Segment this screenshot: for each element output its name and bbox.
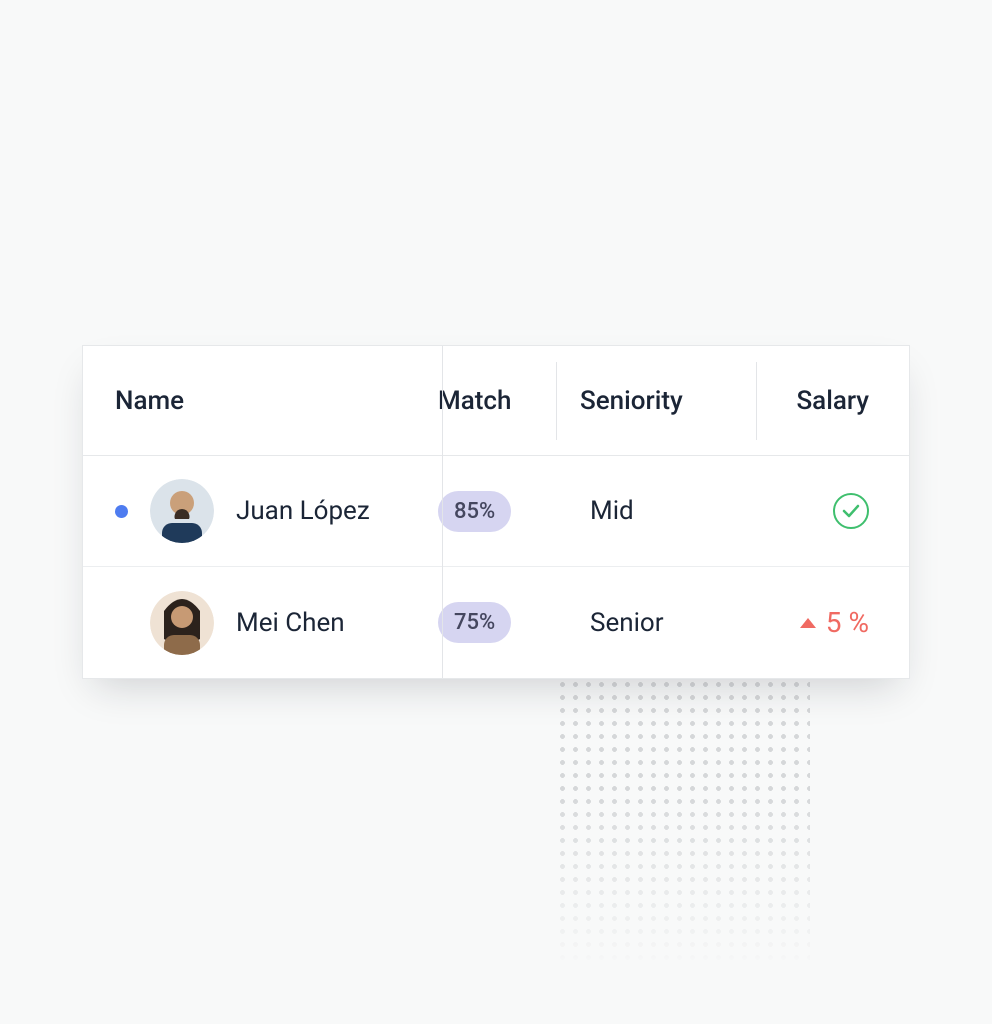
column-header-name[interactable]: Name xyxy=(83,386,442,416)
salary-cell: 5 % xyxy=(756,606,909,639)
name-cell: Juan López xyxy=(83,479,442,543)
column-header-salary[interactable]: Salary xyxy=(756,386,909,416)
status-indicator-dot xyxy=(115,505,128,518)
column-header-match[interactable]: Match xyxy=(438,386,556,416)
candidate-name: Juan López xyxy=(236,496,370,526)
caret-up-icon xyxy=(800,618,816,628)
avatar xyxy=(150,479,214,543)
candidate-name: Mei Chen xyxy=(236,608,345,638)
name-cell: Mei Chen xyxy=(83,591,442,655)
table-row[interactable]: Mei Chen 75% Senior 5 % xyxy=(83,567,909,678)
salary-delta-value: 5 % xyxy=(826,606,869,639)
table-row[interactable]: Juan López 85% Mid xyxy=(83,456,909,567)
match-cell: 85% xyxy=(442,491,556,532)
avatar xyxy=(150,591,214,655)
table-header-row: Name Match Seniority Salary xyxy=(83,346,909,456)
candidates-table: Name Match Seniority Salary Juan López xyxy=(82,345,910,679)
salary-cell xyxy=(756,493,909,529)
match-badge: 75% xyxy=(438,602,511,643)
salary-increase: 5 % xyxy=(800,606,869,639)
column-header-seniority[interactable]: Seniority xyxy=(556,386,756,416)
match-cell: 75% xyxy=(442,602,556,643)
decorative-dot-pattern xyxy=(556,678,810,968)
match-badge: 85% xyxy=(438,491,511,532)
seniority-cell: Mid xyxy=(556,496,756,526)
check-circle-icon xyxy=(833,493,869,529)
seniority-cell: Senior xyxy=(556,608,756,638)
